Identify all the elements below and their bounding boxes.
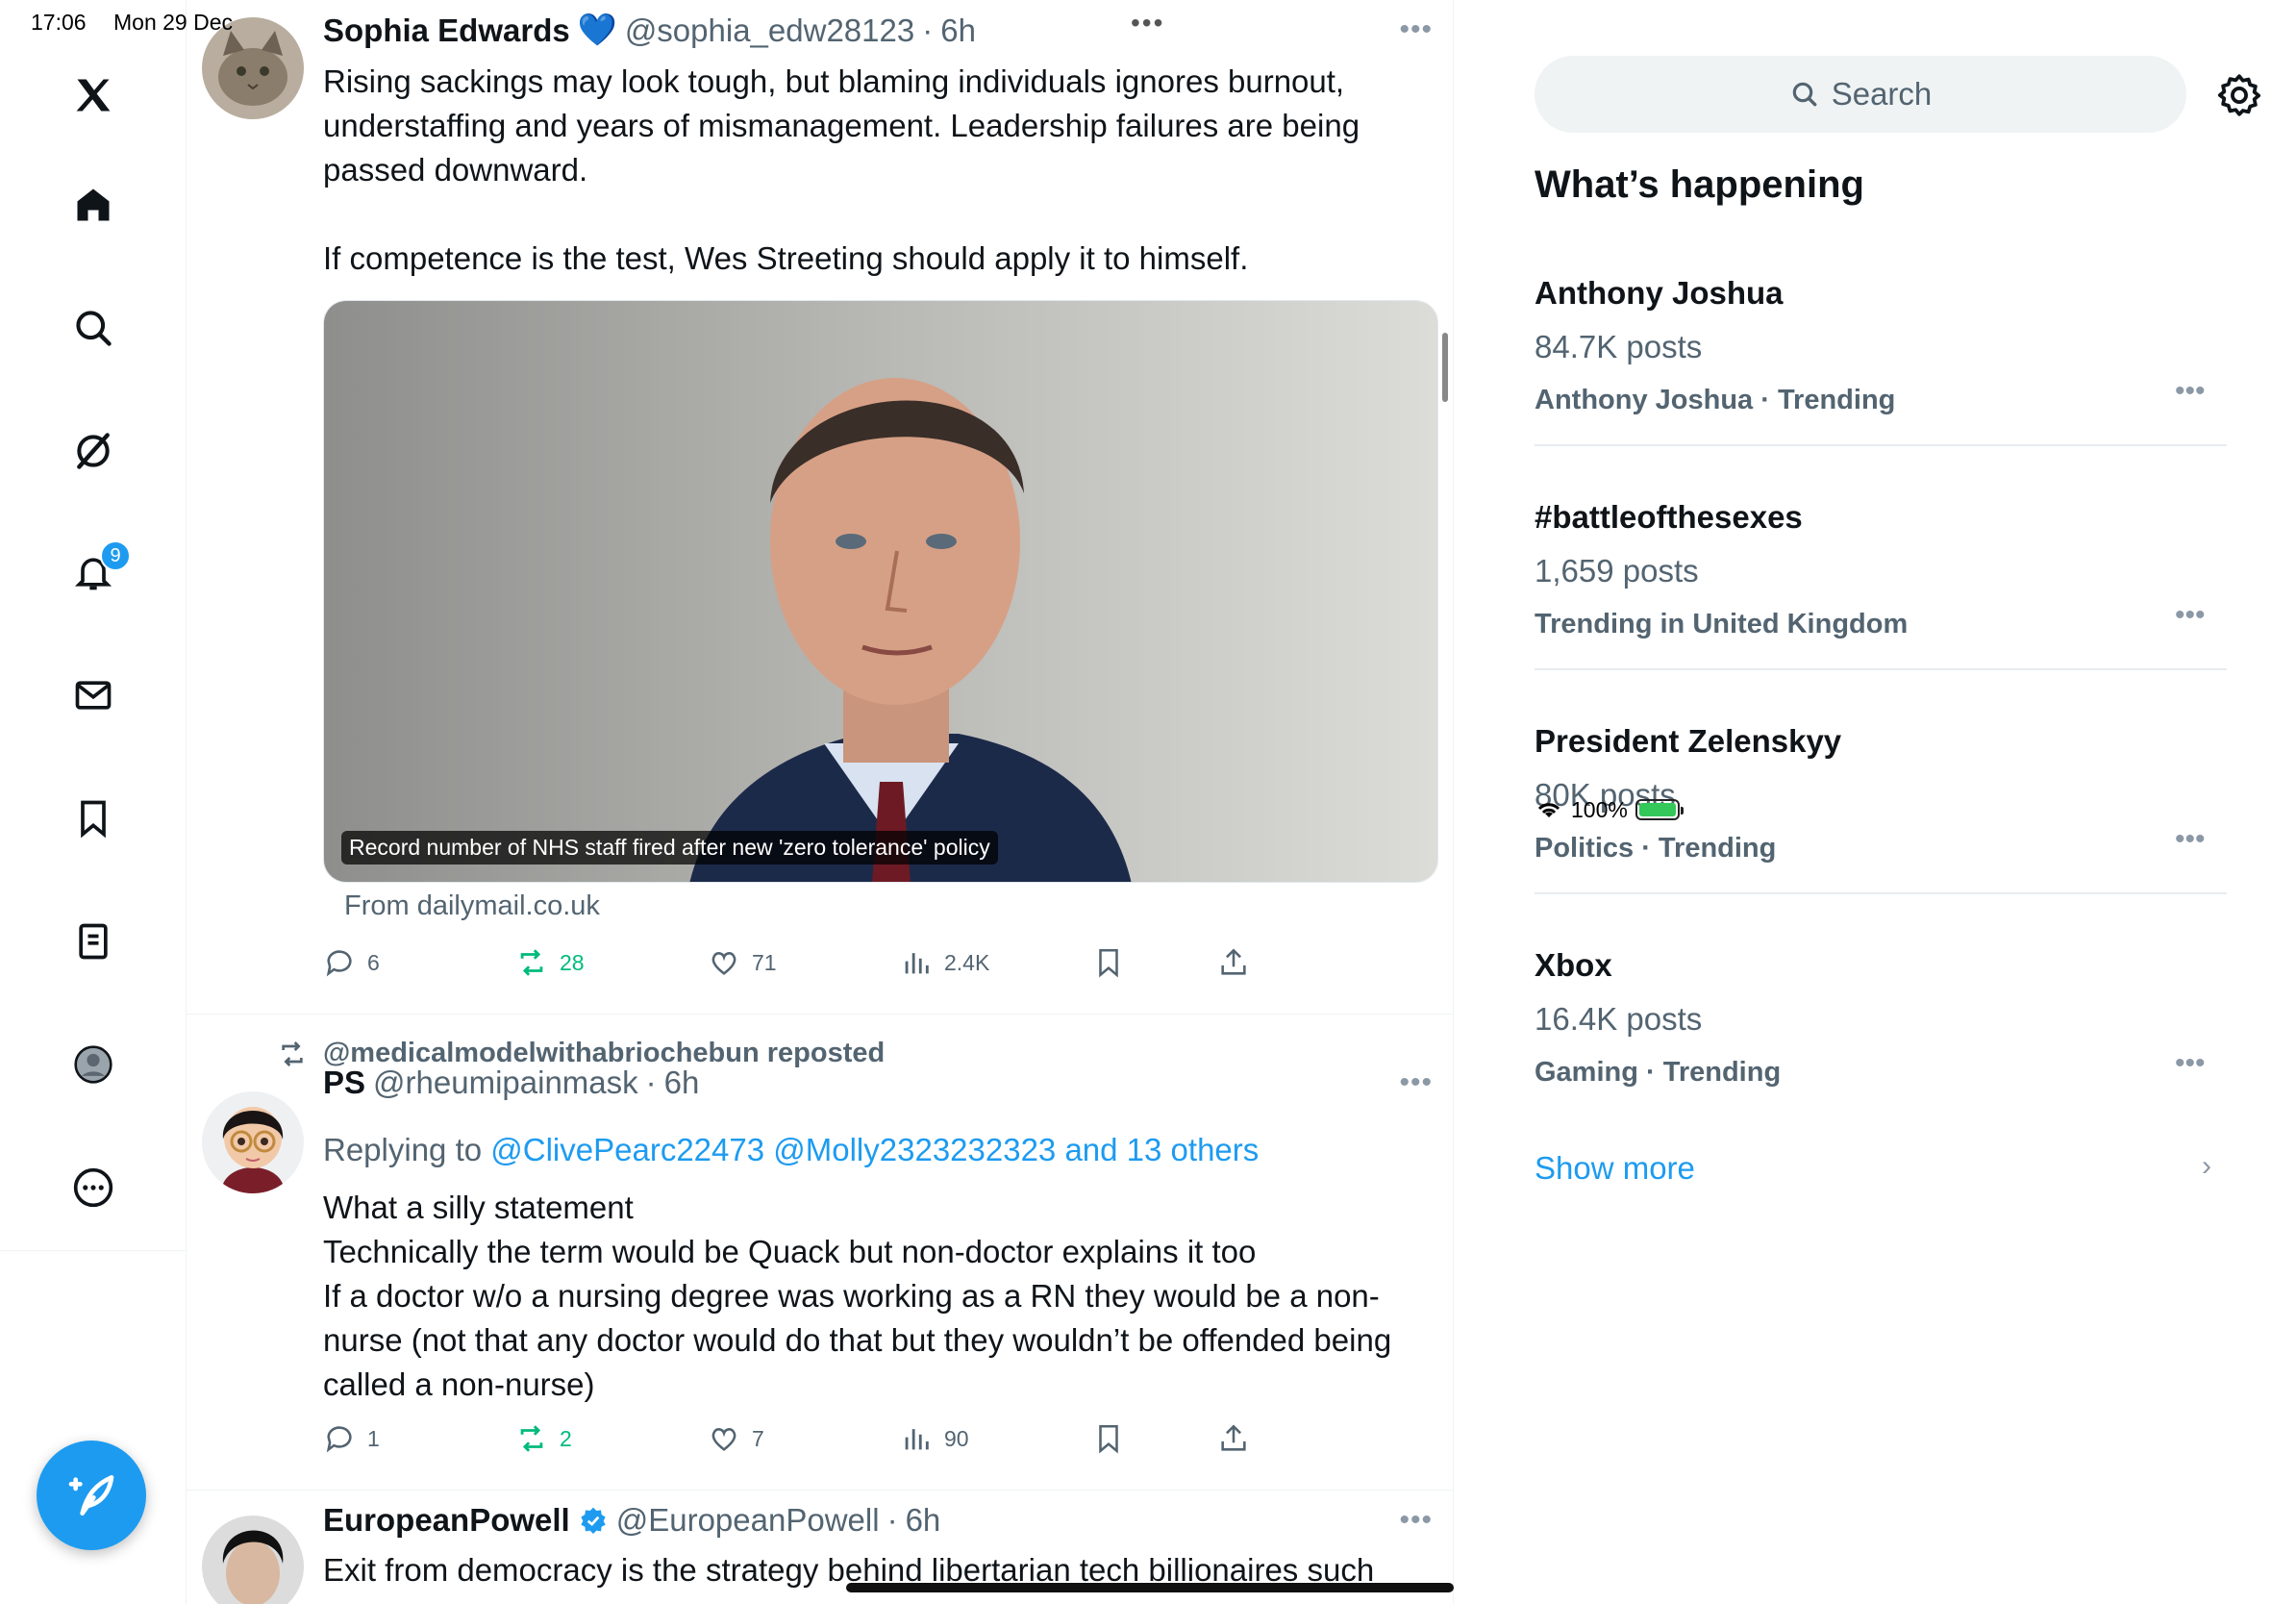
- repost-icon: [520, 949, 543, 976]
- timeline-feed[interactable]: Sophia Edwards 💙 @sophia_edw28123 · 6h •…: [187, 0, 1454, 1604]
- bookmark-icon: [1099, 948, 1118, 978]
- verified-badge-icon: [581, 1507, 606, 1534]
- view-count: 90: [944, 1425, 969, 1451]
- replying-to: Replying to @ClivePearc22473 @Molly23232…: [323, 1132, 1259, 1168]
- share-icon: [1221, 1424, 1246, 1451]
- notifications-badge: 9: [100, 540, 131, 571]
- compose-feather-icon: [68, 1475, 114, 1516]
- tweet-more-icon[interactable]: •••: [1399, 1504, 1433, 1537]
- author-name[interactable]: PS: [323, 1065, 365, 1101]
- bookmark-icon: [1099, 1424, 1118, 1454]
- left-nav: 9: [0, 0, 187, 1604]
- x-logo-icon[interactable]: [60, 62, 127, 129]
- heart-icon: [711, 1428, 736, 1451]
- status-time: 17:06: [31, 10, 87, 35]
- news-photo: [324, 301, 1437, 882]
- tweet-text: What a silly statement Technically the t…: [323, 1190, 1392, 1402]
- repost-icon: [520, 1425, 543, 1452]
- battery-percent: 100%: [1571, 796, 1628, 822]
- like-button[interactable]: 71: [708, 946, 777, 979]
- dot-separator: ·: [645, 1065, 657, 1100]
- compose-post-button[interactable]: [37, 1441, 146, 1550]
- tweet-time[interactable]: 6h: [906, 1502, 941, 1539]
- tweet-actions: 1 2 7 90: [323, 1422, 1285, 1461]
- multitask-dots-icon[interactable]: •••: [1131, 8, 1164, 38]
- reply-count: 6: [367, 949, 380, 975]
- link-card-caption: Record number of NHS staff fired after n…: [341, 831, 998, 865]
- share-button[interactable]: [1217, 1422, 1250, 1455]
- views-icon: [905, 953, 929, 974]
- reply-icon: [326, 1426, 352, 1453]
- tweet[interactable]: @medicalmodelwithabriochebun reposted PS…: [187, 1015, 1453, 1490]
- bookmark-button[interactable]: [1092, 946, 1125, 979]
- repost-small-icon: [282, 1040, 303, 1066]
- repost-button[interactable]: 2: [515, 1422, 572, 1455]
- tweet[interactable]: Sophia Edwards 💙 @sophia_edw28123 · 6h •…: [187, 0, 1453, 1014]
- home-icon[interactable]: [60, 171, 127, 238]
- tweet-actions: 6 28 71 2.4K: [323, 946, 1285, 985]
- reply-button[interactable]: 1: [323, 1422, 380, 1455]
- tweet-header: EuropeanPowell @EuropeanPowell · 6h: [323, 1502, 940, 1539]
- like-button[interactable]: 7: [708, 1422, 764, 1455]
- heart-icon: [711, 952, 736, 975]
- notifications-icon[interactable]: 9: [60, 539, 131, 606]
- status-right: 100%: [1535, 8, 2296, 1604]
- search-icon[interactable]: [60, 294, 127, 362]
- repost-count: 28: [560, 949, 585, 975]
- tweet-header: PS @rheumipainmask · 6h: [323, 1065, 699, 1101]
- bookmarks-icon[interactable]: [60, 785, 127, 852]
- tweet-more-icon[interactable]: •••: [1399, 1066, 1433, 1099]
- tweet-time[interactable]: 6h: [664, 1065, 700, 1101]
- link-source[interactable]: From dailymail.co.uk: [344, 890, 600, 922]
- like-count: 71: [752, 949, 777, 975]
- link-card-image[interactable]: Record number of NHS staff fired after n…: [323, 300, 1438, 883]
- author-handle[interactable]: @rheumipainmask: [373, 1065, 638, 1101]
- replying-to-prefix: Replying to: [323, 1132, 491, 1167]
- view-count: 2.4K: [944, 949, 990, 975]
- home-indicator[interactable]: [846, 1583, 1454, 1592]
- wifi-icon: [1537, 803, 1560, 817]
- repost-button[interactable]: 28: [515, 946, 585, 979]
- battery-icon: [1635, 799, 1684, 820]
- reply-count: 1: [367, 1425, 380, 1451]
- lists-icon[interactable]: [60, 908, 127, 975]
- share-icon: [1221, 948, 1246, 975]
- views-button[interactable]: 2.4K: [900, 946, 989, 979]
- like-count: 7: [752, 1425, 764, 1451]
- author-handle[interactable]: @EuropeanPowell: [616, 1502, 880, 1539]
- bookmark-button[interactable]: [1092, 1422, 1125, 1455]
- reply-icon: [326, 950, 352, 977]
- author-name[interactable]: EuropeanPowell: [323, 1502, 570, 1539]
- repost-count: 2: [560, 1425, 572, 1451]
- views-button[interactable]: 90: [900, 1422, 969, 1455]
- views-icon: [905, 1429, 929, 1450]
- tweet-text: Rising sackings may look tough, but blam…: [323, 63, 1360, 276]
- avatar[interactable]: [202, 1091, 304, 1193]
- nav-divider: [0, 1250, 186, 1251]
- dot-separator: ·: [886, 1502, 898, 1538]
- avatar[interactable]: [202, 1516, 304, 1604]
- more-options-icon[interactable]: [60, 1154, 127, 1221]
- replying-to-users[interactable]: @ClivePearc22473 @Molly2323232323 and 13…: [490, 1132, 1259, 1167]
- grok-icon[interactable]: [60, 417, 127, 485]
- share-button[interactable]: [1217, 946, 1250, 979]
- reply-button[interactable]: 6: [323, 946, 380, 979]
- status-date: Mon 29 Dec: [113, 10, 234, 35]
- scroll-indicator[interactable]: [1442, 333, 1448, 402]
- profile-icon[interactable]: [60, 1031, 127, 1098]
- messages-icon[interactable]: [60, 662, 127, 729]
- status-bar: 17:06 Mon 29 Dec ••• 100%: [0, 0, 2296, 822]
